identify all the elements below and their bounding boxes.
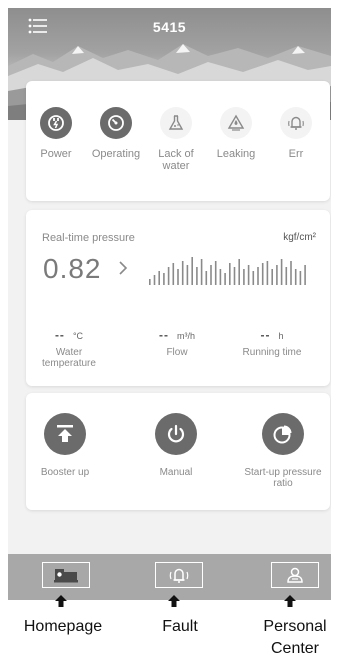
sparkline-bar xyxy=(257,267,259,285)
sparkline-bar xyxy=(224,273,226,285)
sparkline-bar xyxy=(243,269,245,285)
control-label: Start-up pressure ratio xyxy=(244,467,322,489)
metric-flow: -- m³/h Flow xyxy=(142,328,212,358)
sparkline-bar xyxy=(172,263,175,285)
power-icon[interactable] xyxy=(155,413,197,455)
leak-icon xyxy=(220,107,252,139)
sparkline-bar xyxy=(167,267,170,285)
caption-homepage: Homepage xyxy=(23,618,103,635)
arrow-up-icon xyxy=(168,595,180,607)
metric-running-time: -- h Running time xyxy=(242,328,302,358)
pressure-card: Real-time pressure kgf/cm² 0.82 -- °C Wat… xyxy=(26,210,330,386)
sparkline-bar xyxy=(304,265,306,285)
sparkline-bar xyxy=(290,261,292,285)
status-label: Err xyxy=(288,148,304,160)
operating-gauge-icon xyxy=(100,107,132,139)
metric-unit: h xyxy=(278,331,284,341)
sparkline-bar xyxy=(205,271,208,285)
sparkline-bar xyxy=(229,263,231,285)
booster-up-icon[interactable] xyxy=(44,413,86,455)
bottom-tab-bar xyxy=(8,554,331,600)
caption-fault: Fault xyxy=(162,618,198,635)
sparkline-bar xyxy=(247,265,250,285)
sparkline-bar xyxy=(200,259,203,285)
tab-homepage[interactable] xyxy=(42,562,90,588)
pie-chart-icon[interactable] xyxy=(262,413,304,455)
status-operating: Operating xyxy=(84,81,148,160)
status-label: Leaking xyxy=(216,148,256,160)
controls-card: Booster up Manual Start-up pressure rati… xyxy=(26,393,330,510)
control-label: Manual xyxy=(159,467,193,478)
status-label: Lack of water xyxy=(158,148,194,172)
sparkline-bar xyxy=(186,265,189,285)
status-label: Power xyxy=(40,148,72,160)
power-plug-icon xyxy=(40,107,72,139)
metric-unit: m³/h xyxy=(177,331,195,341)
sparkline-bar xyxy=(299,271,302,285)
booster-up-control[interactable]: Booster up xyxy=(26,393,104,478)
sparkline-bar xyxy=(191,257,193,285)
metric-unit: °C xyxy=(72,331,84,341)
status-label: Operating xyxy=(91,148,141,160)
sparkline-bar xyxy=(181,261,184,285)
status-err: Err xyxy=(264,81,328,160)
metric-label: Water temperature xyxy=(42,347,96,369)
sparkline-bar xyxy=(271,269,273,285)
pressure-label: Real-time pressure xyxy=(42,232,135,244)
sparkline-bar xyxy=(294,269,297,285)
sparkline-bar xyxy=(252,271,255,285)
sparkline-bar xyxy=(149,279,151,285)
sparkline-bar xyxy=(280,259,283,285)
sparkline-bar xyxy=(158,271,160,285)
status-leaking: Leaking xyxy=(204,81,268,160)
bell-alarm-icon xyxy=(169,568,189,583)
pump-icon xyxy=(54,569,78,583)
bell-alarm-icon xyxy=(280,107,312,139)
pressure-sparkline xyxy=(149,257,306,285)
metric-water-temperature: -- °C Water temperature xyxy=(34,328,104,369)
pressure-value: 0.82 xyxy=(43,253,102,284)
arrow-up-icon xyxy=(55,595,67,607)
tab-personal-center[interactable] xyxy=(271,562,319,588)
phone-screen: 5415 Power Operating Lack of water Leaki… xyxy=(8,8,331,600)
sparkline-bar xyxy=(196,267,198,285)
pressure-unit: kgf/cm² xyxy=(283,232,316,243)
metric-value: -- xyxy=(54,328,65,342)
sparkline-bar xyxy=(214,261,217,285)
sparkline-bar xyxy=(219,269,222,285)
metric-label: Running time xyxy=(242,347,302,358)
chevron-right-icon[interactable] xyxy=(118,260,128,276)
sparkline-bar xyxy=(285,267,288,285)
status-lack-of-water: Lack of water xyxy=(144,81,208,172)
status-power: Power xyxy=(24,81,88,160)
flask-icon xyxy=(160,107,192,139)
sparkline-bar xyxy=(163,273,165,285)
sparkline-bar xyxy=(238,259,240,285)
sparkline-bar xyxy=(261,263,264,285)
sparkline-bar xyxy=(177,269,179,285)
sparkline-bar xyxy=(153,275,156,285)
control-label: Booster up xyxy=(40,467,90,478)
metric-value: -- xyxy=(159,328,169,342)
manual-control[interactable]: Manual xyxy=(138,393,214,478)
sparkline-bar xyxy=(276,265,278,285)
sparkline-bar xyxy=(233,267,236,285)
sparkline-bar xyxy=(210,265,212,285)
user-profile-icon xyxy=(287,567,303,583)
metric-value: -- xyxy=(260,328,271,342)
device-title: 5415 xyxy=(152,19,187,35)
tab-fault[interactable] xyxy=(155,562,203,588)
startup-pressure-ratio-control[interactable]: Start-up pressure ratio xyxy=(238,393,328,489)
caption-personal-center: Personal Center xyxy=(263,618,327,657)
status-card: Power Operating Lack of water Leaking Er… xyxy=(26,81,330,201)
sparkline-bar xyxy=(266,261,269,285)
arrow-up-icon xyxy=(284,595,296,607)
metric-label: Flow xyxy=(166,347,188,358)
